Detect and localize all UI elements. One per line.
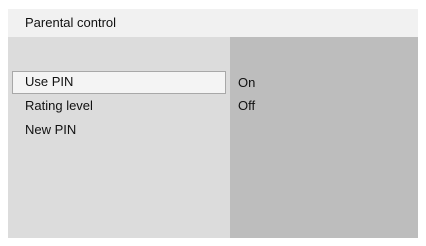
options-panel: On Off xyxy=(230,37,418,238)
option-label: On xyxy=(238,75,256,90)
title-bar: Parental control xyxy=(8,9,418,37)
menu-item-label: New PIN xyxy=(25,122,77,137)
page-title: Parental control xyxy=(25,15,117,30)
menu-item-rating-level[interactable]: Rating level xyxy=(12,95,226,118)
menu-item-new-pin[interactable]: New PIN xyxy=(12,119,226,142)
option-label: Off xyxy=(238,98,256,113)
option-on[interactable]: On xyxy=(238,73,408,93)
menu-item-label: Rating level xyxy=(25,98,93,113)
menu-item-use-pin[interactable]: Use PIN xyxy=(12,71,226,94)
option-off[interactable]: Off xyxy=(238,96,408,116)
parental-control-dialog: Parental control Use PIN Rating level Ne… xyxy=(8,9,418,238)
menu-item-label: Use PIN xyxy=(25,74,74,89)
settings-menu: Use PIN Rating level New PIN xyxy=(8,37,230,238)
